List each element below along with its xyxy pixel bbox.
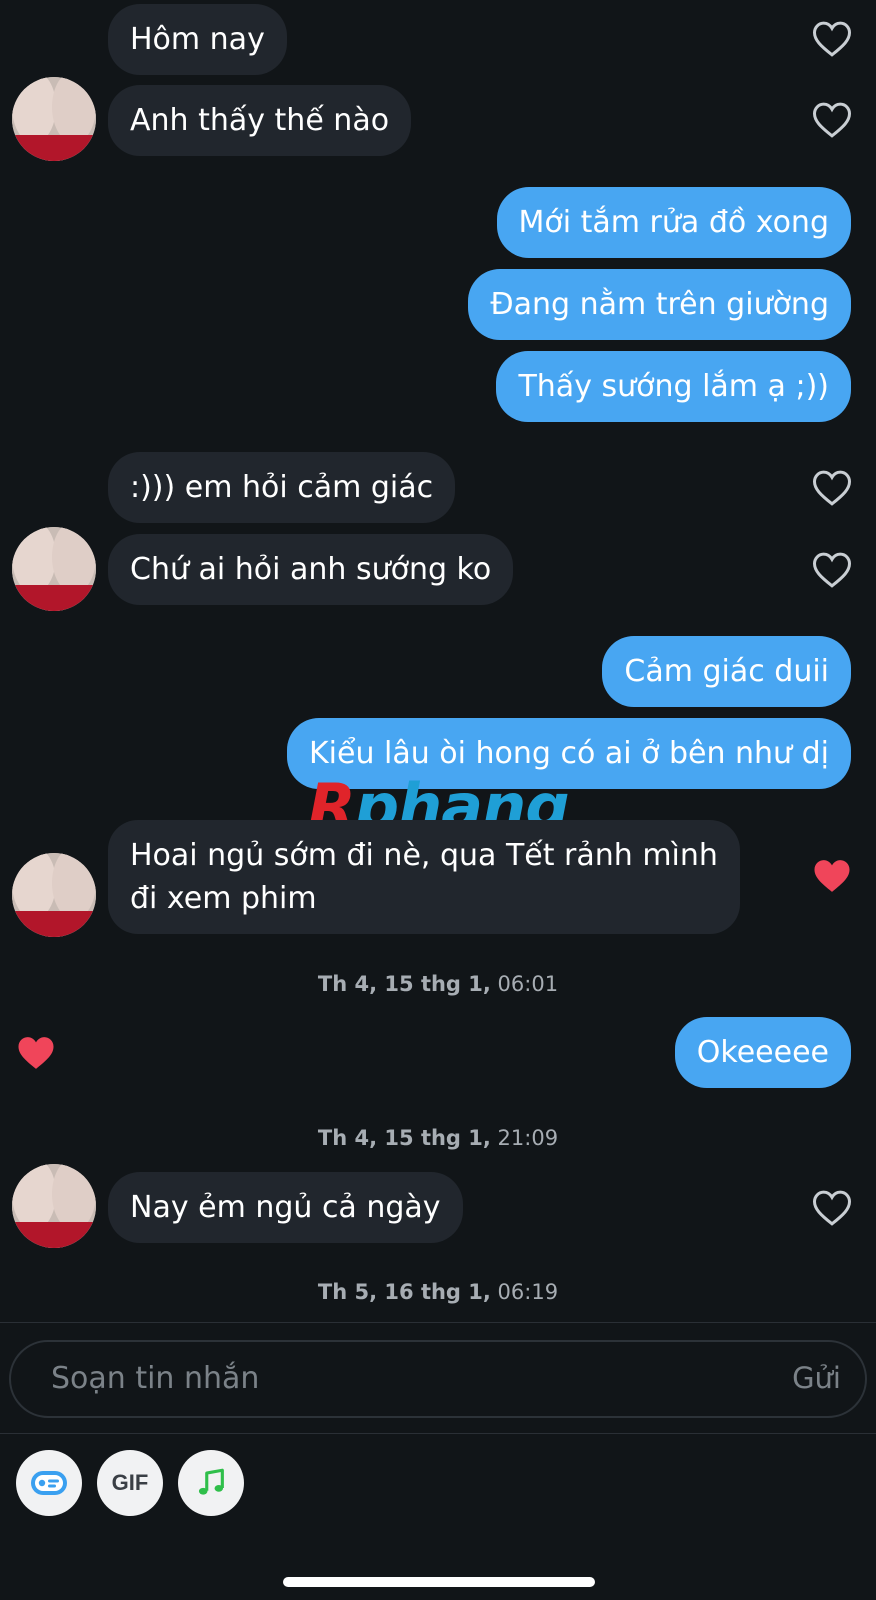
send-button[interactable]: Gửi [792, 1361, 841, 1395]
message-bubble[interactable]: Hoai ngủ sớm đi nè, qua Tết rảnh mình đi… [108, 820, 740, 934]
message-bubble[interactable]: Đang nằm trên giường [468, 269, 851, 340]
avatar-image [12, 853, 96, 937]
avatar[interactable] [12, 853, 96, 937]
music-icon [198, 1468, 224, 1495]
message-bubble[interactable]: Anh thấy thế nào [108, 85, 412, 156]
heart-icon-liked[interactable] [16, 1034, 56, 1072]
gif-button[interactable]: GIF [97, 1450, 163, 1516]
message-bubble[interactable]: Cảm giác duii [602, 636, 851, 707]
message-composer[interactable]: Soạn tin nhắn Gửi [9, 1340, 867, 1418]
music-button[interactable] [178, 1450, 244, 1516]
heart-icon[interactable] [812, 1189, 852, 1227]
avatar[interactable] [12, 77, 96, 161]
avatar-image [12, 1164, 96, 1248]
timestamp: Th 4, 15 thg 1, 06:01 [317, 972, 559, 996]
avatar[interactable] [12, 1164, 96, 1248]
heart-icon-liked[interactable] [812, 857, 852, 895]
heart-icon[interactable] [812, 469, 852, 507]
composer-divider [0, 1322, 876, 1323]
heart-icon[interactable] [812, 101, 852, 139]
message-bubble[interactable]: :))) em hỏi cảm giác [108, 452, 456, 523]
message-bubble[interactable]: Nay ẻm ngủ cả ngày [108, 1172, 463, 1243]
message-bubble[interactable]: Hôm nay [108, 4, 287, 75]
message-line: Hoai ngủ sớm đi nè, qua Tết rảnh mình [130, 838, 718, 873]
sticker-icon [31, 1471, 67, 1495]
message-bubble[interactable]: Okeeeee [674, 1017, 851, 1088]
heart-icon[interactable] [812, 20, 852, 58]
heart-icon[interactable] [812, 551, 852, 589]
timestamp: Th 5, 16 thg 1, 06:19 [317, 1280, 559, 1304]
timestamp: Th 4, 15 thg 1, 21:09 [317, 1126, 559, 1150]
message-bubble[interactable]: Chứ ai hỏi anh sướng ko [108, 534, 514, 605]
sticker-button[interactable] [16, 1450, 82, 1516]
message-input[interactable]: Soạn tin nhắn [51, 1361, 259, 1396]
message-line: đi xem phim [130, 881, 317, 916]
avatar[interactable] [12, 527, 96, 611]
message-bubble[interactable]: Mới tắm rửa đồ xong [496, 187, 851, 258]
avatar-image [12, 527, 96, 611]
toolbar-divider [0, 1433, 876, 1434]
avatar-image [12, 77, 96, 161]
gif-label: GIF [111, 1470, 149, 1495]
home-indicator[interactable] [283, 1577, 595, 1587]
message-bubble[interactable]: Thấy sướng lắm ạ ;)) [496, 351, 851, 422]
